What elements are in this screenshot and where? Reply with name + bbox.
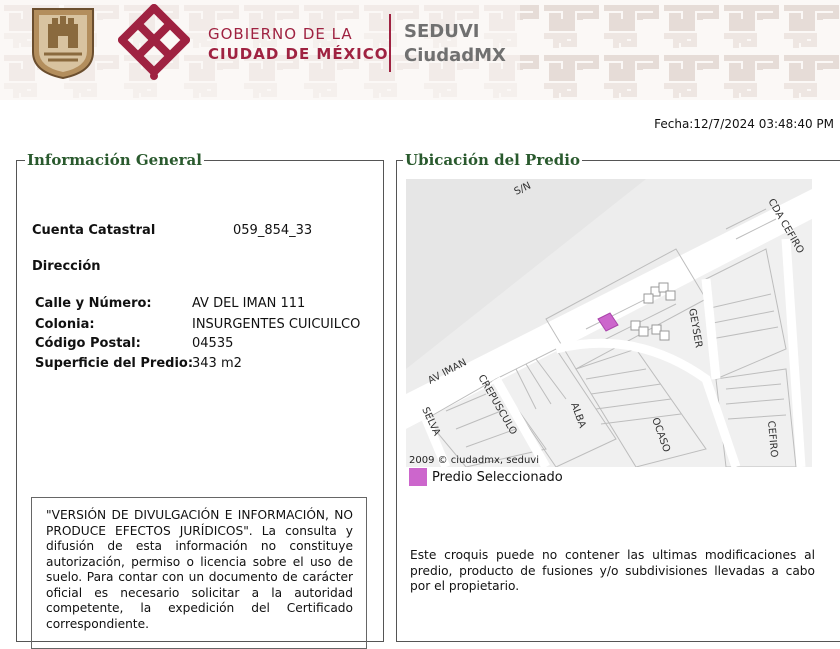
seduvi-line1: SEDUVI bbox=[404, 21, 480, 42]
calle-label: Calle y Número: bbox=[35, 296, 152, 311]
croquis-note: Este croquis puede no contener las ultim… bbox=[410, 548, 815, 593]
gobierno-knot-icon bbox=[118, 4, 190, 80]
cdmx-shield-icon bbox=[32, 8, 94, 80]
gobierno-title: GOBIERNO DE LA CIUDAD DE MÉXICO bbox=[208, 24, 389, 64]
cuenta-catastral-label: Cuenta Catastral bbox=[32, 223, 156, 238]
map-drawing: S/N CDA CEFIRO AV IMAN GEYSER CREPUSCULO… bbox=[406, 179, 812, 467]
map-credit: 2009 © ciudadmx, seduvi bbox=[409, 455, 539, 466]
informacion-general-panel: Información General Cuenta Catastral 059… bbox=[16, 151, 384, 649]
direccion-label: Dirección bbox=[32, 259, 101, 274]
ubicacion-predio-title: Ubicación del Predio bbox=[403, 151, 582, 169]
codigo-postal-label: Código Postal: bbox=[35, 336, 141, 351]
logo-area: GOBIERNO DE LA CIUDAD DE MÉXICO SEDUVI C… bbox=[0, 0, 520, 100]
informacion-general-title: Información General bbox=[25, 151, 204, 169]
seduvi-title: SEDUVI CiudadMX bbox=[404, 20, 506, 68]
superficie-label: Superficie del Predio: bbox=[35, 356, 194, 371]
header-divider bbox=[389, 14, 391, 72]
colonia-label: Colonia: bbox=[35, 317, 95, 332]
header-banner: GOBIERNO DE LA CIUDAD DE MÉXICO SEDUVI C… bbox=[0, 0, 840, 100]
predio-legend-label: Predio Seleccionado bbox=[432, 470, 563, 485]
calle-value: AV DEL IMAN 111 bbox=[192, 296, 306, 311]
fecha-timestamp: Fecha:12/7/2024 03:48:40 PM bbox=[654, 117, 834, 131]
location-map[interactable]: S/N CDA CEFIRO AV IMAN GEYSER CREPUSCULO… bbox=[406, 179, 812, 467]
cuenta-catastral-value: 059_854_33 bbox=[233, 223, 313, 238]
disclaimer-box: "VERSIÓN DE DIVULGACIÓN E INFORMACIÓN, N… bbox=[31, 497, 367, 649]
colonia-value: INSURGENTES CUICUILCO bbox=[192, 317, 361, 332]
superficie-value: 343 m2 bbox=[192, 356, 242, 371]
predio-legend-swatch bbox=[409, 468, 427, 486]
gobierno-line1: GOBIERNO DE LA bbox=[208, 25, 353, 43]
codigo-postal-value: 04535 bbox=[192, 336, 234, 351]
disclaimer-text: "VERSIÓN DE DIVULGACIÓN E INFORMACIÓN, N… bbox=[46, 508, 353, 631]
gobierno-line2: CIUDAD DE MÉXICO bbox=[208, 45, 389, 63]
seduvi-line2: CiudadMX bbox=[404, 45, 506, 66]
